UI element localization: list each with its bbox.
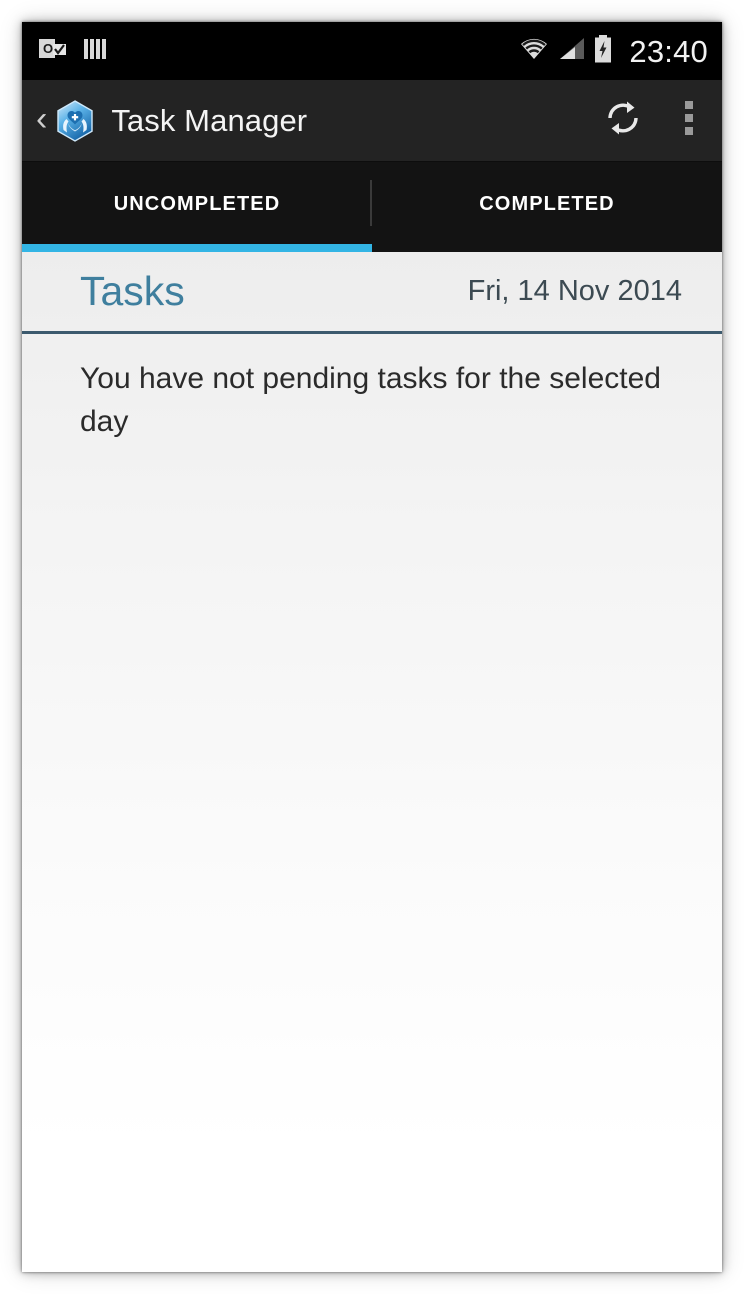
status-bar: O 23:40 [22,22,722,80]
status-bar-notifications: O [38,35,108,68]
tab-active-indicator [22,244,372,252]
refresh-icon[interactable] [602,97,644,144]
wifi-icon [517,35,551,68]
overflow-menu-icon[interactable] [684,99,694,142]
app-title: Task Manager [111,103,308,138]
tasks-header: Tasks Fri, 14 Nov 2014 [22,252,722,334]
status-bar-system-icons: 23:40 [517,34,708,69]
tab-completed[interactable]: COMPLETED [372,162,722,252]
hands-heart-shield-icon [53,99,97,143]
section-title: Tasks [80,268,185,314]
svg-text:O: O [43,41,53,56]
action-bar: ‹ Task Manager [22,80,722,162]
status-bar-clock: 23:40 [629,33,708,69]
tab-bar: UNCOMPLETED COMPLETED [22,162,722,252]
tab-uncompleted[interactable]: UNCOMPLETED [22,162,372,252]
tab-inactive-indicator [372,244,722,252]
action-bar-actions [602,97,706,144]
cellular-signal-icon [558,35,586,68]
tab-uncompleted-label: UNCOMPLETED [113,192,281,215]
vertical-bars-icon [82,35,108,68]
phone-screen: O 23:40 ‹ Task Manager UNCOMPLETED COMPL… [22,22,722,1272]
battery-charging-icon [593,34,613,69]
screenshot-page: O 23:40 ‹ Task Manager UNCOMPLETED COMPL… [0,0,746,1295]
tab-completed-label: COMPLETED [479,192,615,215]
empty-state-message: You have not pending tasks for the selec… [80,362,661,438]
outlook-mail-icon: O [38,35,68,68]
back-chevron-icon[interactable]: ‹ [34,102,53,140]
selected-date[interactable]: Fri, 14 Nov 2014 [468,277,682,306]
content-area: Tasks Fri, 14 Nov 2014 You have not pend… [22,252,722,1272]
